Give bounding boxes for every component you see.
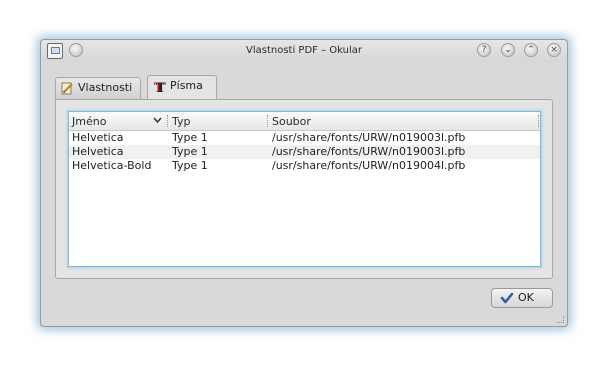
ok-button-label: OK <box>518 291 534 304</box>
column-separator[interactable] <box>538 115 540 127</box>
table-row[interactable]: Helvetica Type 1 /usr/share/fonts/URW/n0… <box>69 145 540 159</box>
minimize-button[interactable]: ⌄ <box>501 43 515 57</box>
svg-text:T: T <box>156 81 166 93</box>
font-type: Type 1 <box>172 159 208 172</box>
font-file: /usr/share/fonts/URW/n019003l.pfb <box>272 131 466 144</box>
table-row[interactable]: Helvetica Type 1 /usr/share/fonts/URW/n0… <box>69 131 540 145</box>
column-header-file[interactable]: Soubor <box>272 115 311 128</box>
table-header: Jméno Typ Soubor <box>69 112 540 131</box>
fonts-panel: Jméno Typ Soubor Helvetica Type 1 /usr/s… <box>55 99 553 279</box>
font-type: Type 1 <box>172 145 208 158</box>
table-row[interactable]: Helvetica-Bold Type 1 /usr/share/fonts/U… <box>69 159 540 173</box>
font-file: /usr/share/fonts/URW/n019004l.pfb <box>272 159 466 172</box>
checkmark-icon <box>500 292 514 304</box>
font-name: Helvetica <box>72 131 124 144</box>
titlebar[interactable]: Vlastnosti PDF – Okular ? ⌄ ⌃ × <box>41 40 567 62</box>
font-name: Helvetica <box>72 145 124 158</box>
column-separator[interactable] <box>167 115 169 127</box>
font-name: Helvetica-Bold <box>72 159 152 172</box>
tab-pisma-label: Písma <box>170 79 203 92</box>
fonts-table[interactable]: Jméno Typ Soubor Helvetica Type 1 /usr/s… <box>68 111 541 267</box>
column-separator[interactable] <box>267 115 269 127</box>
column-header-name[interactable]: Jméno <box>72 115 106 128</box>
resize-grip[interactable] <box>557 316 564 323</box>
pencil-document-icon <box>61 82 73 95</box>
close-button[interactable]: × <box>547 43 561 57</box>
font-icon: T T <box>154 81 166 93</box>
sort-chevron-down-icon[interactable] <box>153 117 162 124</box>
help-button[interactable]: ? <box>477 43 491 57</box>
maximize-button[interactable]: ⌃ <box>524 43 538 57</box>
column-header-type[interactable]: Typ <box>172 115 191 128</box>
dialog-window: Vlastnosti PDF – Okular ? ⌄ ⌃ × Vlastnos… <box>40 39 568 327</box>
ok-button[interactable]: OK <box>491 288 553 308</box>
font-type: Type 1 <box>172 131 208 144</box>
tab-vlastnosti[interactable]: Vlastnosti <box>55 77 141 99</box>
tab-pisma[interactable]: T T Písma <box>147 75 217 99</box>
tab-vlastnosti-label: Vlastnosti <box>78 81 133 94</box>
font-file: /usr/share/fonts/URW/n019003l.pfb <box>272 145 466 158</box>
